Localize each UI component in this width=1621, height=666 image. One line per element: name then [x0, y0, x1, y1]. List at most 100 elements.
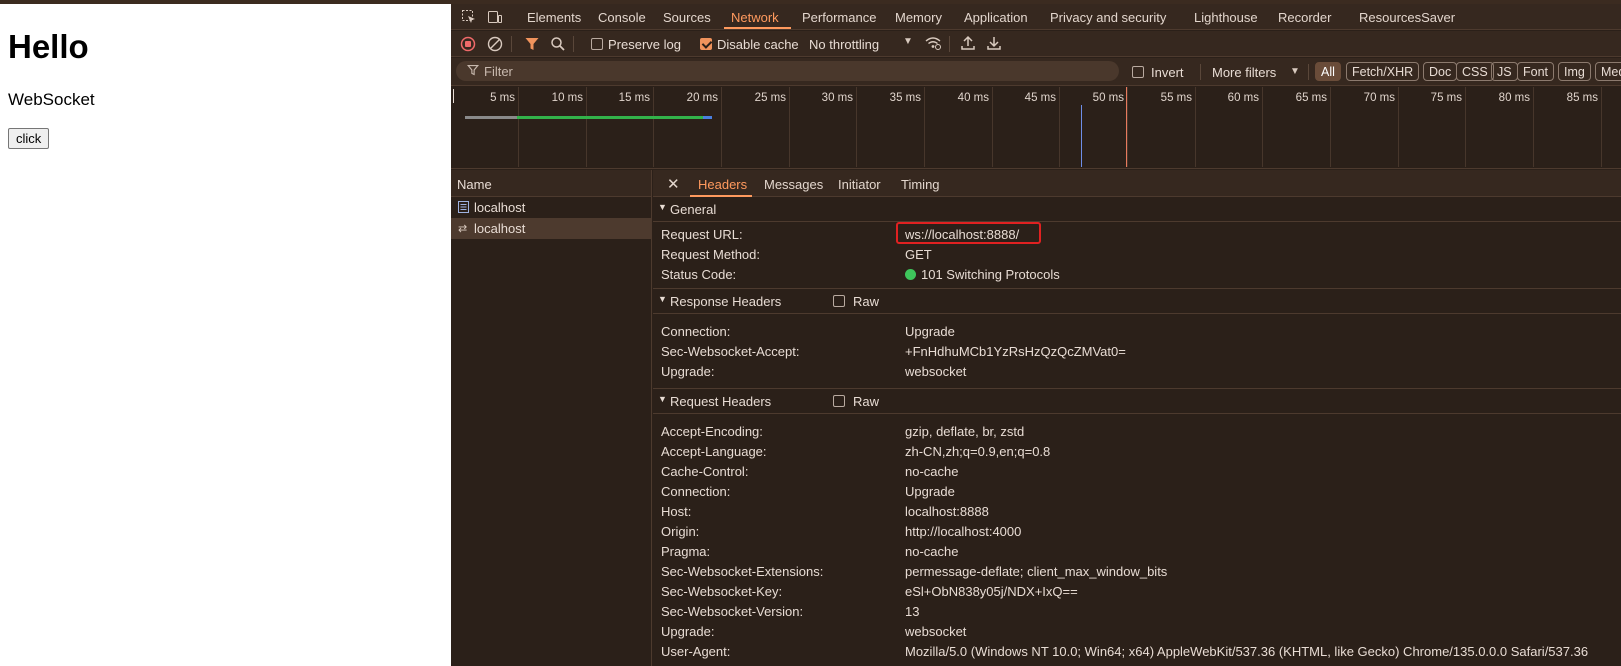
type-filter-doc[interactable]: Doc — [1423, 62, 1458, 81]
network-conditions-icon[interactable] — [924, 35, 942, 54]
filter-placeholder: Filter — [484, 64, 513, 79]
header-value: Upgrade — [905, 484, 955, 499]
tab-headers[interactable]: Headers — [698, 177, 747, 192]
timeline-tick-label: 50 ms — [1092, 92, 1124, 104]
header-key: Sec-Websocket-Version: — [661, 604, 804, 619]
request-row-selected[interactable]: ⇄ localhost — [451, 218, 651, 239]
click-button[interactable]: click — [8, 128, 50, 149]
timeline-tick-label: 35 ms — [889, 92, 921, 104]
timeline-gridline — [924, 87, 925, 167]
header-row: Sec-Websocket-Key: eSl+ObN838y05j/NDX+Ix… — [661, 582, 1621, 602]
header-key: Connection: — [661, 484, 731, 499]
stop-recording-icon[interactable] — [460, 36, 476, 55]
request-detail-pane: ✕ Headers Messages Initiator Timing ▼ Ge… — [653, 170, 1621, 666]
header-row: Accept-Language: zh-CN,zh;q=0.9,en;q=0.8 — [661, 442, 1621, 462]
invert-checkbox[interactable] — [1132, 66, 1144, 78]
tab-resourcessaver[interactable]: ResourcesSaver — [1359, 10, 1455, 25]
type-filter-font[interactable]: Font — [1517, 62, 1555, 81]
tab-recorder[interactable]: Recorder — [1278, 10, 1331, 25]
tab-initiator[interactable]: Initiator — [838, 177, 881, 192]
timeline-tick-label: 75 ms — [1430, 92, 1462, 104]
device-toolbar-icon[interactable] — [487, 9, 503, 28]
header-key: Request Method: — [661, 247, 761, 262]
timeline-tick-label: 85 ms — [1566, 92, 1598, 104]
request-headers-section-header[interactable]: ▼ Request Headers Raw — [653, 389, 1621, 414]
name-column-header[interactable]: Name — [451, 170, 651, 197]
raw-checkbox[interactable] — [833, 295, 845, 307]
inspect-element-icon[interactable] — [461, 9, 477, 28]
search-icon[interactable] — [550, 36, 566, 55]
header-key: Host: — [661, 504, 692, 519]
tab-performance[interactable]: Performance — [802, 10, 876, 25]
preserve-log-checkbox[interactable] — [591, 38, 603, 50]
general-section-header[interactable]: ▼ General — [653, 197, 1621, 222]
timeline-start-handle[interactable] — [453, 89, 454, 103]
status-ok-dot — [905, 269, 916, 280]
timeline-tick-label: 5 ms — [490, 92, 515, 104]
devtools-tabbar: Elements Console Sources Network Perform… — [451, 4, 1621, 30]
type-filter-js[interactable]: JS — [1491, 62, 1518, 81]
header-value: Upgrade — [905, 324, 955, 339]
header-key: Upgrade: — [661, 624, 715, 639]
header-key: Accept-Language: — [661, 444, 767, 459]
websocket-icon: ⇄ — [458, 223, 468, 235]
timeline-gridline — [992, 87, 993, 167]
type-filter-css[interactable]: CSS — [1456, 62, 1494, 81]
tab-lighthouse[interactable]: Lighthouse — [1194, 10, 1258, 25]
tab-memory[interactable]: Memory — [895, 10, 942, 25]
chevron-down-icon[interactable]: ▼ — [1290, 66, 1300, 77]
network-overview-timeline[interactable]: 5 ms 10 ms 15 ms 20 ms 25 ms 30 ms 35 ms… — [451, 87, 1621, 169]
header-value: permessage-deflate; client_max_window_bi… — [905, 564, 1168, 579]
devtools-panel: Elements Console Sources Network Perform… — [451, 4, 1621, 666]
tab-privacy-and-security[interactable]: Privacy and security — [1050, 10, 1166, 25]
header-row: User-Agent: Mozilla/5.0 (Windows NT 10.0… — [661, 642, 1621, 662]
clear-icon[interactable] — [487, 36, 503, 55]
tab-application[interactable]: Application — [964, 10, 1028, 25]
chevron-down-icon[interactable]: ▼ — [903, 36, 913, 47]
header-row: Pragma: no-cache — [661, 542, 1621, 562]
type-filter-img[interactable]: Img — [1558, 62, 1591, 81]
timeline-tick-label: 30 ms — [821, 92, 853, 104]
filter-icon[interactable] — [524, 36, 540, 55]
tab-sources[interactable]: Sources — [663, 10, 711, 25]
raw-checkbox[interactable] — [833, 395, 845, 407]
disable-cache-checkbox[interactable] — [700, 38, 712, 50]
import-har-icon[interactable] — [960, 35, 976, 54]
header-value: 13 — [905, 604, 920, 619]
more-filters-button[interactable]: More filters — [1212, 65, 1276, 80]
type-filter-all[interactable]: All — [1315, 62, 1341, 81]
header-value: no-cache — [905, 544, 959, 559]
network-toolbar: Preserve log Disable cache No throttling… — [451, 31, 1621, 57]
timeline-tick-label: 25 ms — [754, 92, 786, 104]
tab-console[interactable]: Console — [598, 10, 646, 25]
response-headers-section-header[interactable]: ▼ Response Headers Raw — [653, 289, 1621, 314]
section-title: Response Headers — [670, 294, 782, 309]
type-filter-media[interactable]: Med — [1595, 62, 1621, 81]
header-row: Sec-Websocket-Extensions: permessage-def… — [661, 562, 1621, 582]
request-row[interactable]: localhost — [451, 197, 651, 218]
request-bar-websocket — [517, 116, 703, 119]
header-value: +FnHdhuMCb1YzRsHzQzQcZMVat0= — [905, 344, 1126, 359]
header-row: Connection: Upgrade — [661, 322, 1621, 342]
request-name: localhost — [474, 221, 526, 236]
timeline-tick-label: 40 ms — [957, 92, 989, 104]
throttling-select[interactable]: No throttling — [809, 37, 879, 52]
status-text: 101 Switching Protocols — [921, 267, 1060, 282]
tab-timing[interactable]: Timing — [901, 177, 940, 192]
timeline-tick-label: 45 ms — [1024, 92, 1056, 104]
export-har-icon[interactable] — [986, 35, 1002, 54]
tab-network[interactable]: Network — [731, 10, 779, 25]
close-icon[interactable]: ✕ — [667, 175, 680, 193]
tab-messages[interactable]: Messages — [764, 177, 823, 192]
section-title: Request Headers — [670, 394, 772, 409]
header-key: Sec-Websocket-Key: — [661, 584, 783, 599]
timeline-gridline — [1195, 87, 1196, 167]
header-value: ws://localhost:8888/ — [905, 227, 1020, 242]
type-filter-fetch-xhr[interactable]: Fetch/XHR — [1346, 62, 1420, 81]
header-key: Sec-Websocket-Accept: — [661, 344, 800, 359]
header-value: Mozilla/5.0 (Windows NT 10.0; Win64; x64… — [905, 644, 1589, 659]
timeline-tick-label: 80 ms — [1498, 92, 1530, 104]
header-row: Request URL: ws://localhost:8888/ — [661, 222, 1621, 245]
filter-input[interactable]: Filter — [456, 61, 1119, 81]
tab-elements[interactable]: Elements — [527, 10, 581, 25]
